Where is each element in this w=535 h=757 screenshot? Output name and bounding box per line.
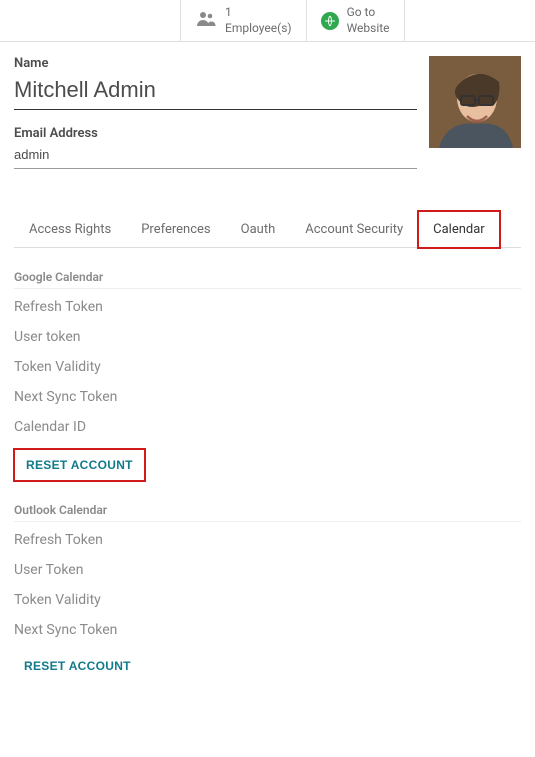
tabs: Access RightsPreferencesOauthAccount Sec… — [14, 211, 521, 248]
email-section: Email Address — [14, 126, 417, 169]
reset-account-button[interactable]: RESET ACCOUNT — [14, 652, 141, 680]
field-label: User token — [14, 319, 521, 349]
email-input[interactable] — [14, 143, 417, 169]
field-label: User Token — [14, 552, 521, 582]
field-label: Token Validity — [14, 349, 521, 379]
section-title: Outlook Calendar — [14, 503, 521, 522]
header-row: Name Email Address — [14, 56, 521, 169]
topbar-spacer — [0, 0, 180, 41]
tab-calendar[interactable]: Calendar — [418, 211, 500, 248]
website-line2: Website — [347, 21, 390, 37]
field-label: Refresh Token — [14, 289, 521, 319]
tab-access-rights[interactable]: Access Rights — [14, 211, 126, 248]
reset-wrap: RESET ACCOUNT — [14, 449, 145, 481]
section-title: Google Calendar — [14, 270, 521, 289]
employees-count: 1 — [225, 5, 292, 21]
employees-icon — [195, 11, 217, 31]
employees-text: 1 Employee(s) — [225, 5, 292, 36]
avatar[interactable] — [429, 56, 521, 148]
tab-oauth[interactable]: Oauth — [226, 211, 291, 248]
topbar: 1 Employee(s) Go to Website — [0, 0, 535, 42]
field-label: Calendar ID — [14, 409, 521, 439]
name-input[interactable] — [14, 73, 417, 110]
tab-account-security[interactable]: Account Security — [290, 211, 418, 248]
reset-account-button[interactable]: RESET ACCOUNT — [16, 451, 143, 479]
employees-button[interactable]: 1 Employee(s) — [180, 0, 306, 41]
globe-icon — [321, 12, 339, 30]
employees-label: Employee(s) — [225, 21, 292, 37]
website-line1: Go to — [347, 5, 390, 21]
reset-wrap: RESET ACCOUNT — [14, 652, 141, 680]
sections: Google CalendarRefresh TokenUser tokenTo… — [14, 270, 521, 680]
field-label: Refresh Token — [14, 522, 521, 552]
tab-preferences[interactable]: Preferences — [126, 211, 225, 248]
goto-website-button[interactable]: Go to Website — [306, 0, 405, 41]
field-label: Next Sync Token — [14, 379, 521, 409]
header-left: Name Email Address — [14, 56, 429, 169]
email-label: Email Address — [14, 126, 417, 141]
content: Name Email Address Access RightsPreferen… — [0, 42, 535, 694]
website-text: Go to Website — [347, 5, 390, 36]
field-label: Next Sync Token — [14, 612, 521, 642]
field-label: Token Validity — [14, 582, 521, 612]
name-label: Name — [14, 56, 417, 71]
